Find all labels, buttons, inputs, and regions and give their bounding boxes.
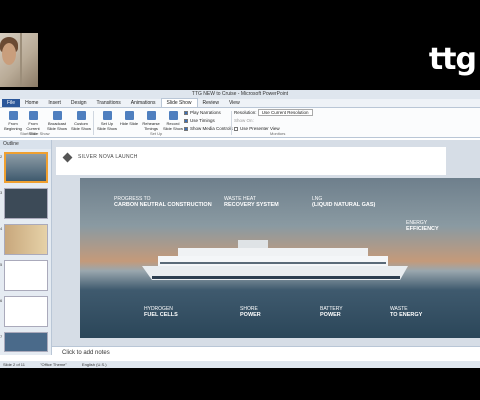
slide-count: Slide 2 of 11 (3, 362, 25, 367)
powerpoint-window: TTG NEW to Cruise - Microsoft PowerPoint… (0, 90, 480, 368)
ribbon: From Beginning From Current Slide Broadc… (0, 108, 480, 138)
slide-number: 5 (0, 262, 3, 267)
show-on-select[interactable]: Show On: (234, 118, 254, 123)
show-media-checkbox[interactable]: Show Media Controls (184, 126, 233, 131)
group-start-label: Start Slide Show (20, 131, 50, 136)
slide-thumbnail-7[interactable] (4, 332, 48, 352)
webcam-feed (0, 33, 38, 87)
status-bar: Slide 2 of 11 "Office Theme" English (U.… (0, 361, 480, 368)
slide-thumbnail-3[interactable] (4, 188, 48, 219)
slide-number: 7 (0, 334, 3, 339)
tab-view[interactable]: View (224, 99, 245, 107)
window-title: TTG NEW to Cruise - Microsoft PowerPoint (0, 90, 480, 99)
tab-animations[interactable]: Animations (126, 99, 161, 107)
record-slideshow-button[interactable]: Record Slide Show (162, 111, 184, 131)
cruise-ship-illustration (142, 240, 408, 280)
checkbox-icon (234, 127, 238, 131)
tab-design[interactable]: Design (66, 99, 92, 107)
slide-number: 6 (0, 298, 3, 303)
label-battery-power: Battery Power (320, 306, 343, 318)
hide-slide-button[interactable]: Hide Slide (118, 111, 140, 126)
hide-slide-icon (124, 111, 134, 120)
bookshelf (20, 33, 22, 87)
slide-number: 2 (0, 154, 3, 159)
slide-thumbnail-4[interactable] (4, 224, 48, 255)
ship-infographic: Progress to Carbon Neutral Construction W… (80, 178, 480, 338)
group-setup-label: Set Up (150, 131, 163, 136)
brand-mark-icon (62, 152, 73, 163)
checkbox-icon (184, 111, 188, 115)
slide-title: SILVER NOVA LAUNCH (78, 154, 138, 160)
label-lng: LNG (Liquid Natural Gas) (312, 196, 376, 208)
slide-number: 4 (0, 226, 3, 231)
person-face (2, 43, 16, 65)
tab-review[interactable]: Review (198, 99, 224, 107)
label-energy-efficiency: Energy Efficiency (406, 220, 439, 232)
tab-slide-show[interactable]: Slide Show (160, 98, 198, 107)
broadcast-icon (52, 111, 62, 120)
slide-thumbnail-5[interactable] (4, 260, 48, 291)
ribbon-tabs: File Home Insert Design Transitions Anim… (0, 98, 480, 108)
ribbon-separator (93, 111, 94, 135)
from-beginning-button[interactable]: From Beginning (2, 111, 24, 131)
outline-header[interactable]: Outline (0, 140, 51, 149)
label-waste-heat: Waste Heat Recovery System (224, 196, 279, 208)
outline-pane: Outline 2 3 4 5 6 7 (0, 140, 52, 355)
language: English (U.S.) (81, 362, 107, 367)
tab-insert[interactable]: Insert (43, 99, 66, 107)
record-icon (168, 111, 178, 120)
checkbox-icon (184, 119, 188, 123)
ribbon-separator (231, 111, 232, 135)
use-timings-checkbox[interactable]: Use Timings (184, 118, 215, 123)
broadcast-button[interactable]: Broadcast Slide Show (46, 111, 68, 131)
resolution-select[interactable]: Resolution: Use Current Resolution (234, 109, 313, 116)
label-shore-power: Shore Power (240, 306, 261, 318)
tab-file[interactable]: File (2, 99, 21, 107)
label-hydrogen: Hydrogen Fuel Cells (144, 306, 178, 318)
slide-thumbnail-2[interactable] (4, 152, 48, 183)
setup-icon (102, 111, 112, 120)
notes-pane[interactable]: Click to add notes (52, 346, 480, 361)
custom-slideshow-button[interactable]: Custom Slide Show (70, 111, 92, 131)
setup-slideshow-button[interactable]: Set Up Slide Show (96, 111, 118, 131)
rehearse-timings-button[interactable]: Rehearse Timings (140, 111, 162, 131)
slide-header-bar: SILVER NOVA LAUNCH (56, 147, 446, 175)
slideshow-icon (8, 111, 18, 120)
label-waste-energy: Waste to Energy (390, 306, 423, 318)
play-narrations-checkbox[interactable]: Play Narrations (184, 110, 221, 115)
checkbox-icon (184, 127, 188, 131)
slide-thumbnail-6[interactable] (4, 296, 48, 327)
group-monitors-label: Monitors (270, 131, 286, 136)
timer-icon (146, 111, 156, 120)
custom-show-icon (76, 111, 86, 120)
label-carbon: Progress to Carbon Neutral Construction (114, 196, 212, 208)
tab-transitions[interactable]: Transitions (92, 99, 126, 107)
slide-number: 3 (0, 190, 3, 195)
ttg-logo: ttg (428, 42, 477, 77)
slideshow-icon (28, 111, 38, 120)
theme-name: "Office Theme" (40, 362, 67, 367)
tab-home[interactable]: Home (20, 99, 43, 107)
